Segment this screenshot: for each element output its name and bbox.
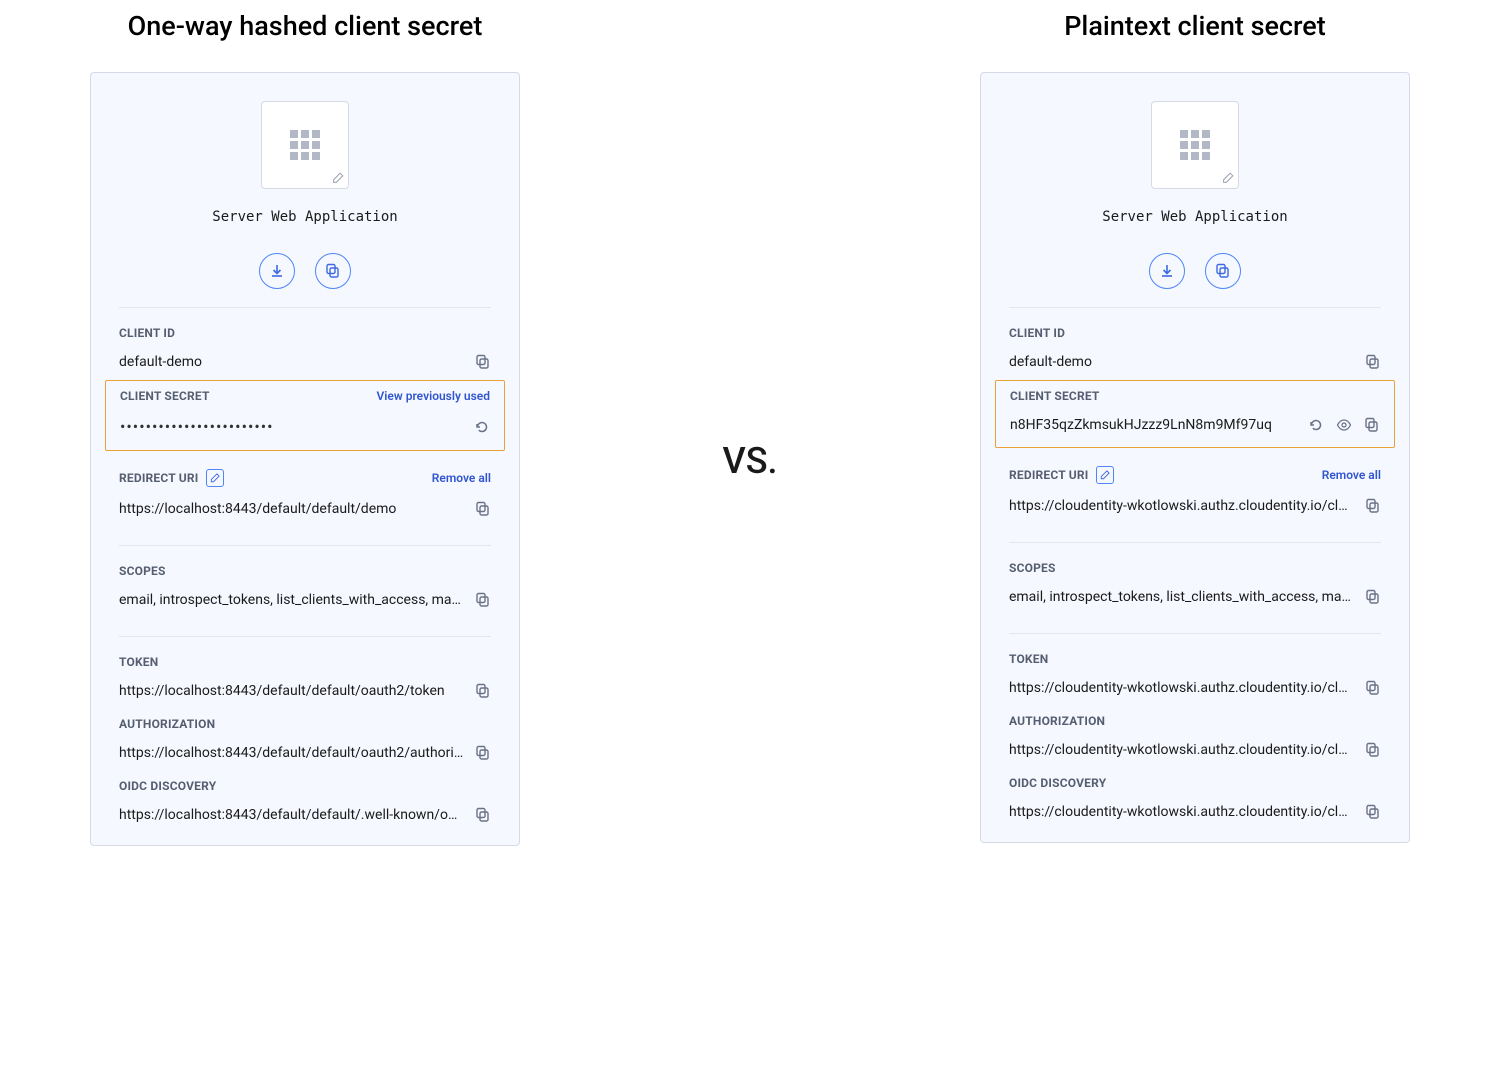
scopes-value: email, introspect_tokens, list_clients_w… — [119, 592, 465, 608]
edit-redirect-icon[interactable] — [206, 469, 224, 487]
reveal-secret-icon[interactable] — [1336, 417, 1352, 433]
redirect-uri-value: https://cloudentity-wkotlowski.authz.clo… — [1009, 498, 1355, 514]
download-button[interactable] — [259, 253, 295, 289]
copy-icon[interactable] — [475, 354, 491, 370]
rotate-secret-icon[interactable] — [474, 419, 490, 435]
oidc-value: https://localhost:8443/default/default/.… — [119, 807, 465, 823]
token-label: TOKEN — [119, 655, 491, 669]
client-secret-highlight: CLIENT SECRET n8HF35qzZkmsukHJzzz9LnN8m9… — [995, 380, 1395, 448]
authorization-value: https://localhost:8443/default/default/o… — [119, 745, 465, 761]
left-title: One-way hashed client secret — [128, 10, 483, 42]
edit-app-icon[interactable] — [1220, 170, 1236, 186]
app-icon — [1151, 101, 1239, 189]
remove-all-link[interactable]: Remove all — [432, 471, 491, 485]
scopes-label: SCOPES — [119, 564, 491, 578]
copy-icon[interactable] — [475, 501, 491, 517]
copy-icon[interactable] — [475, 745, 491, 761]
remove-all-link[interactable]: Remove all — [1322, 468, 1381, 482]
copy-icon[interactable] — [1365, 498, 1381, 514]
oidc-value: https://cloudentity-wkotlowski.authz.clo… — [1009, 804, 1355, 820]
edit-app-icon[interactable] — [330, 170, 346, 186]
rotate-secret-icon[interactable] — [1308, 417, 1324, 433]
scopes-label: SCOPES — [1009, 561, 1381, 575]
redirect-uri-label: REDIRECT URI — [1009, 468, 1088, 482]
copy-icon[interactable] — [1365, 354, 1381, 370]
copy-icon[interactable] — [1365, 742, 1381, 758]
copy-icon[interactable] — [1365, 589, 1381, 605]
client-id-value: default-demo — [119, 354, 465, 370]
client-secret-value: n8HF35qzZkmsukHJzzz9LnN8m9Mf97uq — [1010, 417, 1298, 433]
view-previous-link[interactable]: View previously used — [377, 389, 490, 403]
client-secret-label: CLIENT SECRET — [120, 389, 210, 403]
redirect-uri-label: REDIRECT URI — [119, 471, 198, 485]
edit-redirect-icon[interactable] — [1096, 466, 1114, 484]
token-label: TOKEN — [1009, 652, 1381, 666]
oidc-label: OIDC DISCOVERY — [119, 779, 491, 793]
app-name: Server Web Application — [1009, 209, 1381, 225]
client-id-value: default-demo — [1009, 354, 1355, 370]
oidc-label: OIDC DISCOVERY — [1009, 776, 1381, 790]
token-value: https://cloudentity-wkotlowski.authz.clo… — [1009, 680, 1355, 696]
copy-all-button[interactable] — [1205, 253, 1241, 289]
copy-icon[interactable] — [475, 807, 491, 823]
app-icon — [261, 101, 349, 189]
copy-icon[interactable] — [1365, 680, 1381, 696]
client-secret-label: CLIENT SECRET — [1010, 389, 1100, 403]
download-button[interactable] — [1149, 253, 1185, 289]
copy-icon[interactable] — [475, 592, 491, 608]
copy-icon[interactable] — [475, 683, 491, 699]
copy-icon[interactable] — [1365, 804, 1381, 820]
authorization-label: AUTHORIZATION — [119, 717, 491, 731]
token-value: https://localhost:8443/default/default/o… — [119, 683, 465, 699]
client-secret-highlight: CLIENT SECRET View previously used •••••… — [105, 380, 505, 451]
copy-icon[interactable] — [1364, 417, 1380, 433]
client-id-label: CLIENT ID — [119, 326, 491, 340]
copy-all-button[interactable] — [315, 253, 351, 289]
right-title: Plaintext client secret — [1064, 10, 1326, 42]
authorization-label: AUTHORIZATION — [1009, 714, 1381, 728]
right-panel: Server Web Application CLIENT ID default… — [980, 72, 1410, 843]
authorization-value: https://cloudentity-wkotlowski.authz.clo… — [1009, 742, 1355, 758]
app-name: Server Web Application — [119, 209, 491, 225]
redirect-uri-value: https://localhost:8443/default/default/d… — [119, 501, 465, 517]
scopes-value: email, introspect_tokens, list_clients_w… — [1009, 589, 1355, 605]
vs-label: VS. — [722, 440, 777, 482]
client-id-label: CLIENT ID — [1009, 326, 1381, 340]
left-panel: Server Web Application CLIENT ID default… — [90, 72, 520, 846]
client-secret-mask: •••••••••••••••••••••••• — [120, 417, 464, 436]
